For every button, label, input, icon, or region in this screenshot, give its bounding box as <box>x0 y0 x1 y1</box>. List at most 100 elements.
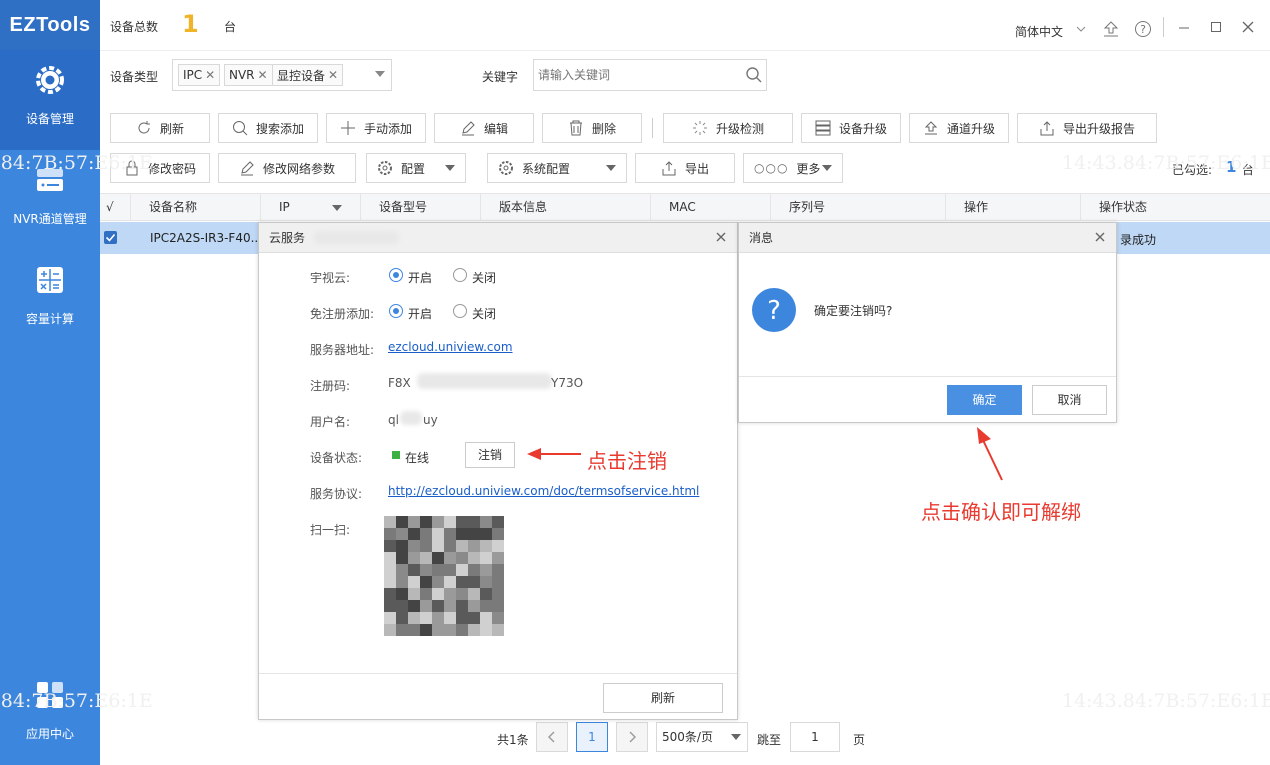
column-header[interactable]: 设备名称 <box>130 194 260 221</box>
sidebar-item-app-center[interactable]: 应用中心 <box>0 665 100 765</box>
status-cell: 录成功 <box>1120 233 1157 247</box>
divider <box>100 50 1270 51</box>
edit-button[interactable]: 编辑 <box>434 113 534 143</box>
modify-network-button[interactable]: 修改网络参数 <box>218 153 356 183</box>
watermark: 14:43.84:7B:57:E6:1E <box>0 690 153 712</box>
column-header[interactable]: 版本信息 <box>480 194 650 221</box>
search-icon[interactable] <box>745 66 763 84</box>
regcode-prefix: F8X <box>388 376 411 390</box>
dialog-refresh-button[interactable]: 刷新 <box>603 683 723 713</box>
channel-upgrade-button[interactable]: 通道升级 <box>909 113 1009 143</box>
confirm-message-dialog: 消息 ? 确定要注销吗? 确定 取消 <box>738 222 1117 423</box>
filter-tag-nvr: NVR ✕ <box>224 64 273 86</box>
export-icon <box>662 161 676 176</box>
export-upgrade-report-button[interactable]: 导出升级报告 <box>1017 113 1157 143</box>
button-label: 编辑 <box>483 121 508 136</box>
check-column-header[interactable]: √ <box>100 194 130 221</box>
device-status-value: 在线 <box>405 451 430 465</box>
sidebar-item-label: 应用中心 <box>25 727 74 741</box>
close-icon[interactable] <box>1242 21 1254 33</box>
page-unit: 页 <box>853 733 866 747</box>
device-total-count: 1 <box>182 10 199 38</box>
column-header[interactable]: 操作 <box>945 194 1080 221</box>
close-icon[interactable]: ✕ <box>258 68 268 82</box>
row-checkbox[interactable] <box>104 231 117 244</box>
column-header[interactable]: 操作状态 <box>1080 194 1270 221</box>
yunshi-on-radio[interactable] <box>389 268 403 282</box>
chevron-down-icon[interactable] <box>375 71 385 77</box>
per-page-select[interactable]: 500条/页 <box>656 722 748 752</box>
manual-add-button[interactable]: 手动添加 <box>326 113 426 143</box>
top-bar: 设备总数 1 台 简体中文 ? <box>100 0 1270 50</box>
chevron-left-icon <box>548 731 555 743</box>
button-label: 设备升级 <box>838 121 887 136</box>
column-header[interactable]: IP <box>260 194 360 221</box>
column-header[interactable]: 序列号 <box>770 194 945 221</box>
upload-icon[interactable] <box>1102 20 1120 38</box>
minimize-icon[interactable] <box>1178 22 1190 34</box>
chevron-down-icon <box>445 165 455 171</box>
button-label: 通道升级 <box>946 121 995 136</box>
noreg-label: 免注册添加: <box>310 307 375 321</box>
sidebar-item-label: NVR通道管理 <box>13 212 87 226</box>
export-button[interactable]: 导出 <box>635 153 735 183</box>
dialog-title-bar: 消息 <box>739 223 1116 253</box>
more-dropdown[interactable]: ○○○ 更多 <box>743 153 843 183</box>
chevron-down-icon[interactable] <box>1076 25 1086 33</box>
question-icon: ? <box>752 288 796 332</box>
delete-button[interactable]: 删除 <box>542 113 642 143</box>
close-icon[interactable]: ✕ <box>328 68 338 82</box>
yunshi-off-radio[interactable] <box>453 268 467 282</box>
tag-label: 显控设备 <box>277 68 326 83</box>
next-page-button[interactable] <box>616 722 648 752</box>
language-select[interactable]: 简体中文 <box>1015 23 1063 40</box>
svg-text:?: ? <box>767 296 781 326</box>
page-button-current[interactable]: 1 <box>576 722 608 752</box>
sort-down-icon[interactable] <box>332 205 342 211</box>
upgrade-check-button[interactable]: 升级检测 <box>663 113 793 143</box>
noreg-on-radio[interactable] <box>389 304 403 318</box>
divider <box>739 376 1116 377</box>
search-icon <box>232 121 248 136</box>
jump-input[interactable]: 1 <box>790 722 840 752</box>
device-upgrade-button[interactable]: 设备升级 <box>801 113 901 143</box>
refresh-button[interactable]: 刷新 <box>110 113 210 143</box>
system-config-dropdown[interactable]: 系统配置 <box>487 153 627 183</box>
prev-page-button[interactable] <box>536 722 568 752</box>
server-address-link[interactable]: ezcloud.uniview.com <box>388 340 513 354</box>
sidebar-item-label: 设备管理 <box>25 112 74 126</box>
sidebar-item-capacity-calc[interactable]: 容量计算 <box>0 250 100 350</box>
search-add-button[interactable]: 搜索添加 <box>218 113 318 143</box>
button-label: 修改网络参数 <box>262 161 335 176</box>
column-header[interactable]: 设备型号 <box>360 194 480 221</box>
noreg-off-radio[interactable] <box>453 304 467 318</box>
unregister-button[interactable]: 注销 <box>465 442 515 468</box>
confirm-ok-button[interactable]: 确定 <box>947 385 1022 415</box>
config-dropdown[interactable]: 配置 <box>366 153 466 183</box>
upload-icon <box>924 121 938 135</box>
radio-label: 开启 <box>408 271 433 285</box>
close-icon[interactable] <box>713 229 729 245</box>
service-protocol-link[interactable]: http://ezcloud.uniview.com/doc/termsofse… <box>388 484 699 498</box>
pencil-icon <box>240 161 254 176</box>
close-icon[interactable]: ✕ <box>205 68 215 82</box>
spinner-icon <box>692 121 707 135</box>
maximize-icon[interactable] <box>1210 21 1222 33</box>
help-icon[interactable]: ? <box>1134 20 1152 38</box>
keyword-input[interactable] <box>533 59 767 91</box>
keyword-label: 关键字 <box>482 70 519 84</box>
button-label: 搜索添加 <box>255 121 304 136</box>
sidebar-item-device-management[interactable]: 设备管理 <box>0 50 100 150</box>
button-label: 导出升级报告 <box>1062 121 1135 136</box>
sidebar-item-label: 容量计算 <box>25 312 74 326</box>
divider <box>1163 17 1164 37</box>
confirm-cancel-button[interactable]: 取消 <box>1032 385 1107 415</box>
table-header: √ 设备名称 IP 设备型号 版本信息 MAC 序列号 操作 操作状态 <box>100 193 1270 221</box>
dialog-title: 云服务 <box>269 231 306 245</box>
divider <box>259 673 737 674</box>
radio-label: 关闭 <box>472 307 497 321</box>
close-icon[interactable] <box>1092 229 1108 245</box>
server-address-label: 服务器地址: <box>310 343 375 357</box>
column-header[interactable]: MAC <box>650 194 770 221</box>
yunshi-label: 宇视云: <box>310 271 351 285</box>
